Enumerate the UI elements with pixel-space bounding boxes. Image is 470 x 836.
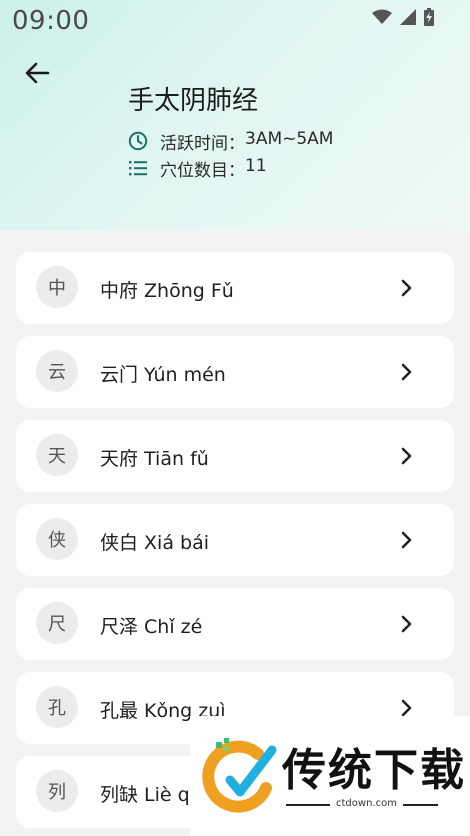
back-button[interactable] — [20, 56, 54, 90]
point-count-row: 穴位数目： 11 — [128, 155, 267, 181]
chevron-right-icon — [401, 699, 412, 717]
point-label: 侠白 Xiá bái — [100, 532, 209, 554]
chevron-right-icon — [401, 279, 412, 297]
point-avatar: 列 — [36, 770, 78, 812]
signal-icon — [400, 9, 416, 25]
point-avatar: 天 — [36, 434, 78, 476]
point-avatar: 孔 — [36, 686, 78, 728]
list-icon — [129, 161, 147, 176]
point-avatar: 中 — [36, 266, 78, 308]
list-item[interactable]: 云 云门 Yún mén — [16, 336, 454, 408]
header-section: 09:00 手太阴肺经 活跃时间： 3AM~5AM 穴位数目： 11 — [0, 0, 470, 230]
watermark: 传统下载 ctdown.com — [190, 716, 470, 836]
list-item[interactable]: 尺 尺泽 Chǐ zé — [16, 588, 454, 660]
active-time-row: 活跃时间： 3AM~5AM — [128, 128, 334, 154]
active-time-value: 3AM~5AM — [245, 128, 334, 149]
point-label: 云门 Yún mén — [100, 364, 226, 386]
wifi-icon — [372, 9, 392, 24]
chevron-right-icon — [401, 447, 412, 465]
list-item[interactable]: 侠 侠白 Xiá bái — [16, 504, 454, 576]
point-count-value: 11 — [245, 155, 267, 176]
arrow-left-icon — [25, 62, 50, 84]
active-time-label: 活跃时间： — [160, 133, 245, 154]
status-time: 09:00 — [12, 6, 90, 36]
watermark-url: ctdown.com — [330, 798, 403, 809]
point-count-label: 穴位数目： — [160, 160, 245, 181]
point-label: 尺泽 Chǐ zé — [100, 616, 203, 638]
clock-icon — [128, 131, 148, 151]
point-avatar: 侠 — [36, 518, 78, 560]
status-icons — [372, 8, 434, 26]
chevron-right-icon — [401, 531, 412, 549]
list-item[interactable]: 天 天府 Tiān fǔ — [16, 420, 454, 492]
point-label: 天府 Tiān fǔ — [100, 448, 209, 470]
brand-logo-icon — [202, 738, 277, 813]
page-title: 手太阴肺经 — [128, 86, 259, 116]
point-avatar: 尺 — [36, 602, 78, 644]
point-avatar: 云 — [36, 350, 78, 392]
watermark-brand: 传统下载 — [282, 745, 466, 796]
point-label: 中府 Zhōng Fǔ — [100, 280, 234, 302]
battery-icon — [424, 8, 434, 26]
chevron-right-icon — [401, 615, 412, 633]
list-item[interactable]: 中 中府 Zhōng Fǔ — [16, 252, 454, 324]
chevron-right-icon — [401, 363, 412, 381]
